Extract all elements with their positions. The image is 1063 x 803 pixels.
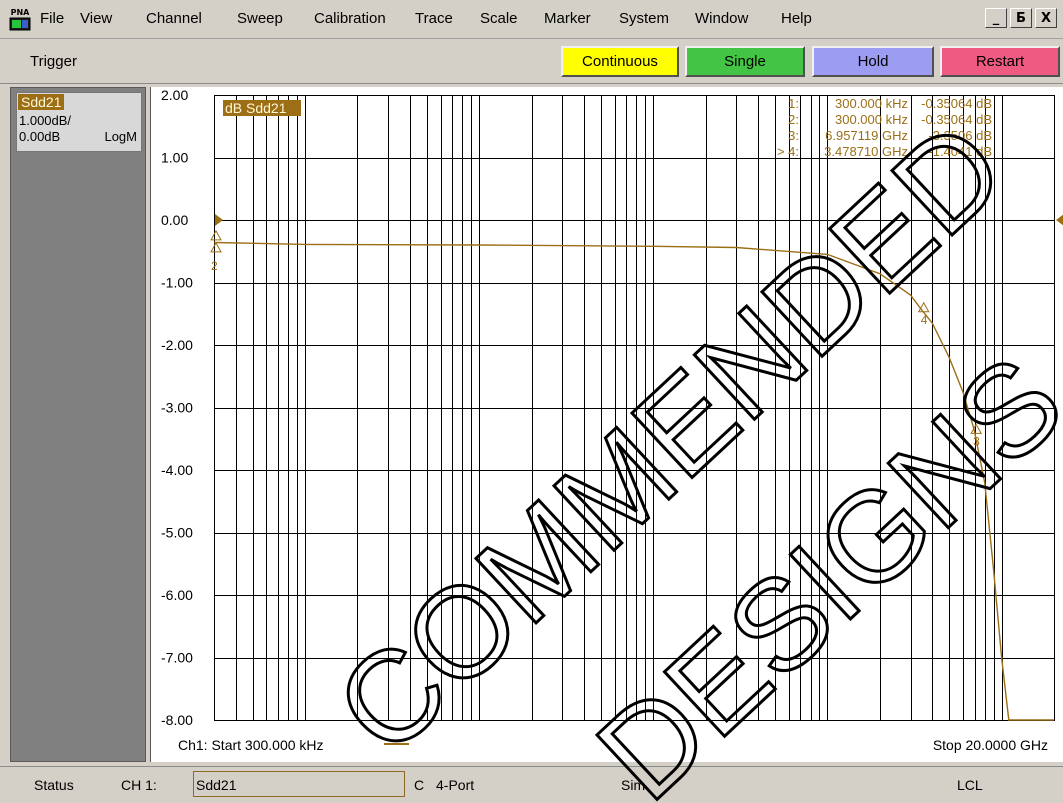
- status-label: Status: [34, 777, 74, 793]
- menu-help[interactable]: Help: [781, 10, 812, 27]
- hold-button[interactable]: Hold: [812, 46, 934, 77]
- menu-trace[interactable]: Trace: [415, 10, 453, 27]
- close-button[interactable]: X: [1035, 8, 1057, 28]
- marker-readout-index: 3:: [788, 128, 799, 143]
- status-measurement-box[interactable]: Sdd21: [193, 771, 405, 797]
- y-tick-label: 1.00: [161, 150, 188, 166]
- status-measurement: Sdd21: [196, 777, 237, 793]
- trace-label: dB Sdd21: [225, 100, 287, 116]
- marker-number: 4: [921, 313, 928, 327]
- trace-reference: 0.00dB: [19, 129, 61, 144]
- menu-file[interactable]: File: [40, 10, 64, 27]
- restore-button[interactable]: Б: [1010, 8, 1032, 28]
- y-tick-label: -4.00: [161, 462, 193, 478]
- marker-triangle: [210, 241, 222, 253]
- marker-readout-value: -3.3506 dB: [928, 128, 992, 143]
- y-tick-label: -5.00: [161, 525, 193, 541]
- trace-info-box[interactable]: Sdd21 1.000dB/ 0.00dB LogM: [16, 92, 142, 152]
- marker-readout-frequency: 300.000 kHz: [835, 96, 908, 111]
- trace-scale: 1.000dB/: [19, 113, 72, 128]
- pna-icon-label: PNA: [11, 8, 31, 17]
- minimize-button[interactable]: _: [985, 8, 1007, 28]
- menu-sweep[interactable]: Sweep: [237, 10, 283, 27]
- status-cal: C: [414, 777, 425, 793]
- status-topology: 4-Port: [436, 777, 475, 793]
- trace-chart[interactable]: 2.00 1.00 0.00 -1.00 -2.00 -3.00 -4.00 -5.00 -6.…: [150, 87, 1063, 762]
- y-tick-label: -2.00: [161, 337, 193, 353]
- trace-line-sdd21: [213, 241, 1054, 721]
- marker-readout-value: -1.4041 dB: [928, 144, 992, 159]
- marker-readout-index: > 4:: [777, 144, 799, 159]
- reference-arrow-right: [1056, 214, 1063, 226]
- status-remote: LCL: [957, 777, 983, 793]
- menu-system[interactable]: System: [619, 10, 669, 27]
- marker-number: 2: [211, 259, 218, 273]
- status-bar: Status CH 1: Sdd21 C 4-Port Sim LCL: [0, 766, 1063, 803]
- menu-view[interactable]: View: [80, 10, 112, 27]
- menu-scale[interactable]: Scale: [480, 10, 518, 27]
- trace-format: LogM: [104, 129, 137, 144]
- menu-bar: PNA File View Channel Sweep Calibration …: [0, 0, 1063, 39]
- menu-window[interactable]: Window: [695, 10, 748, 27]
- continuous-button[interactable]: Continuous: [561, 46, 679, 77]
- marker-readout-frequency: 300.000 kHz: [835, 112, 908, 127]
- marker-readout-value: -0.35064 dB: [921, 96, 992, 111]
- marker-readout-index: 2:: [788, 112, 799, 127]
- y-tick-label: 0.00: [161, 212, 188, 228]
- reference-arrow-left: [215, 214, 223, 226]
- marker-readout-frequency: 3.478710 GHz: [824, 144, 908, 159]
- menu-marker[interactable]: Marker: [544, 10, 591, 27]
- stop-frequency-label: Stop 20.0000 GHz: [933, 737, 1048, 753]
- trigger-toolbar: Trigger Continuous Single Hold Restart: [0, 39, 1063, 84]
- status-mode: Sim: [621, 777, 646, 793]
- trace-status-panel: Sdd21 1.000dB/ 0.00dB LogM: [10, 87, 146, 762]
- trace-chart-svg[interactable]: 2.00 1.00 0.00 -1.00 -2.00 -3.00 -4.00 -5.00 -6.…: [151, 87, 1063, 762]
- y-tick-label: -8.00: [161, 712, 193, 728]
- restart-button[interactable]: Restart: [940, 46, 1060, 77]
- menu-calibration[interactable]: Calibration: [314, 10, 386, 27]
- marker-triangle: [210, 229, 222, 241]
- y-tick-label: -1.00: [161, 275, 193, 291]
- marker-readout-index: 1:: [788, 96, 799, 111]
- single-button[interactable]: Single: [685, 46, 805, 77]
- marker-readout-frequency: 6.957119 GHz: [825, 128, 908, 143]
- trace-name: Sdd21: [18, 94, 65, 110]
- grid-group: [214, 95, 1054, 721]
- y-tick-label: -3.00: [161, 400, 193, 416]
- y-tick-label: -7.00: [161, 650, 193, 666]
- trigger-label: Trigger: [30, 53, 77, 70]
- pna-app-icon[interactable]: PNA: [8, 6, 32, 32]
- menu-channel[interactable]: Channel: [146, 10, 202, 27]
- status-channel: CH 1:: [121, 777, 157, 793]
- y-tick-label: -6.00: [161, 587, 193, 603]
- marker-number: 3: [973, 434, 980, 448]
- y-tick-label: 2.00: [161, 87, 188, 103]
- start-frequency-label: Ch1: Start 300.000 kHz: [178, 737, 324, 753]
- marker-readout-value: -0.35064 dB: [921, 112, 992, 127]
